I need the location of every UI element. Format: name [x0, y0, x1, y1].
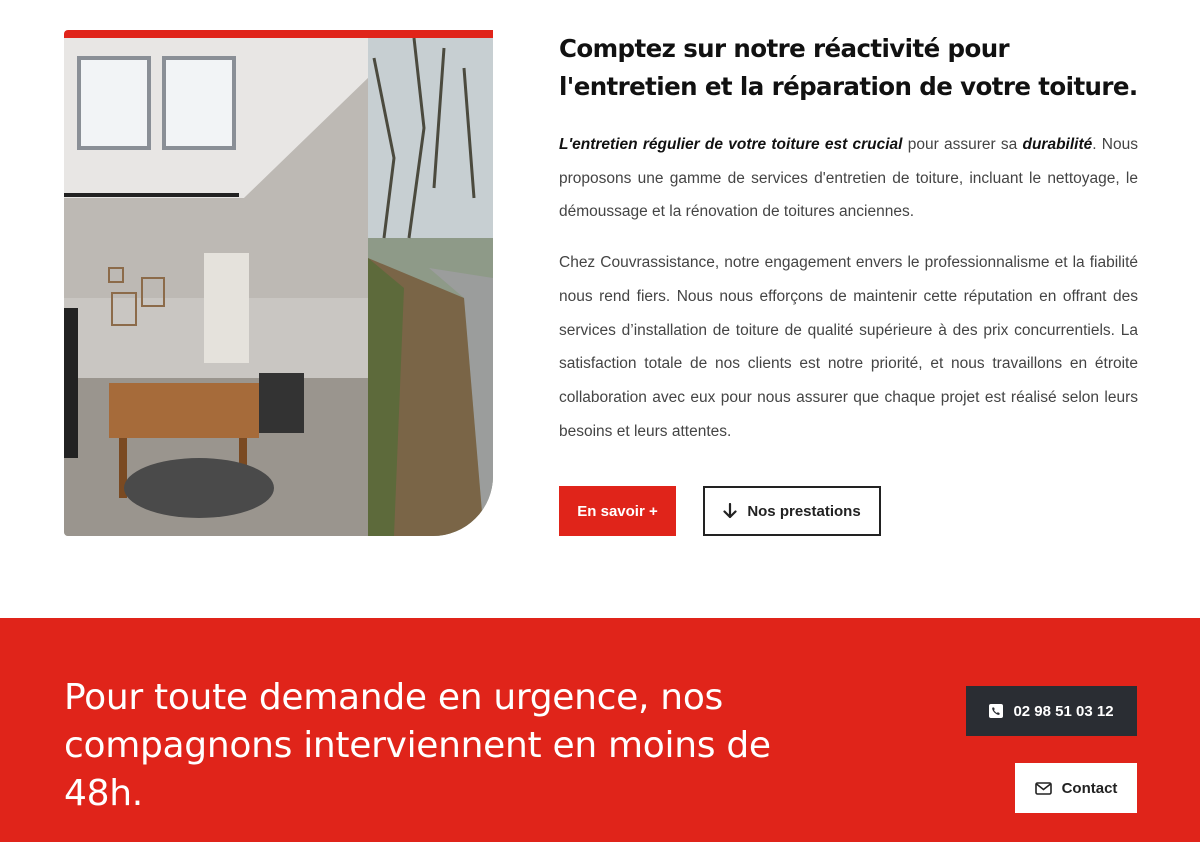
phone-button[interactable]: 02 98 51 03 12: [966, 686, 1137, 736]
intro-paragraph-1: L'entretien régulier de votre toiture es…: [559, 128, 1138, 229]
section-heading: Comptez sur notre réactivité pour l'entr…: [559, 34, 1138, 101]
services-button[interactable]: Nos prestations: [703, 486, 881, 536]
project-photo: [64, 30, 493, 536]
contact-label: Contact: [1061, 779, 1118, 797]
emphasis-maintenance: L'entretien régulier de votre toiture es…: [559, 136, 903, 153]
learn-more-label: En savoir +: [577, 502, 658, 520]
photo-collage-image: [64, 38, 493, 536]
intro-paragraph-2: Chez Couvrassistance, notre engagement e…: [559, 254, 1138, 440]
phone-number: 02 98 51 03 12: [1013, 702, 1114, 720]
contact-button[interactable]: Contact: [1015, 763, 1137, 813]
services-label: Nos prestations: [747, 502, 861, 520]
paragraph-text: pour assurer sa: [902, 136, 1023, 153]
learn-more-button[interactable]: En savoir +: [559, 486, 676, 536]
cta-buttons: En savoir + Nos prestations: [559, 486, 881, 536]
intro-section: Comptez sur notre réactivité pour l'entr…: [559, 30, 1138, 448]
urgency-banner: Pour toute demande en urgence, nos compa…: [0, 618, 1200, 842]
envelope-icon: [1034, 781, 1052, 795]
phone-icon: [989, 704, 1004, 718]
emphasis-durability: durabilité: [1022, 136, 1093, 153]
urgency-text: Pour toute demande en urgence, nos compa…: [64, 677, 771, 814]
arrow-down-icon: [723, 503, 737, 519]
